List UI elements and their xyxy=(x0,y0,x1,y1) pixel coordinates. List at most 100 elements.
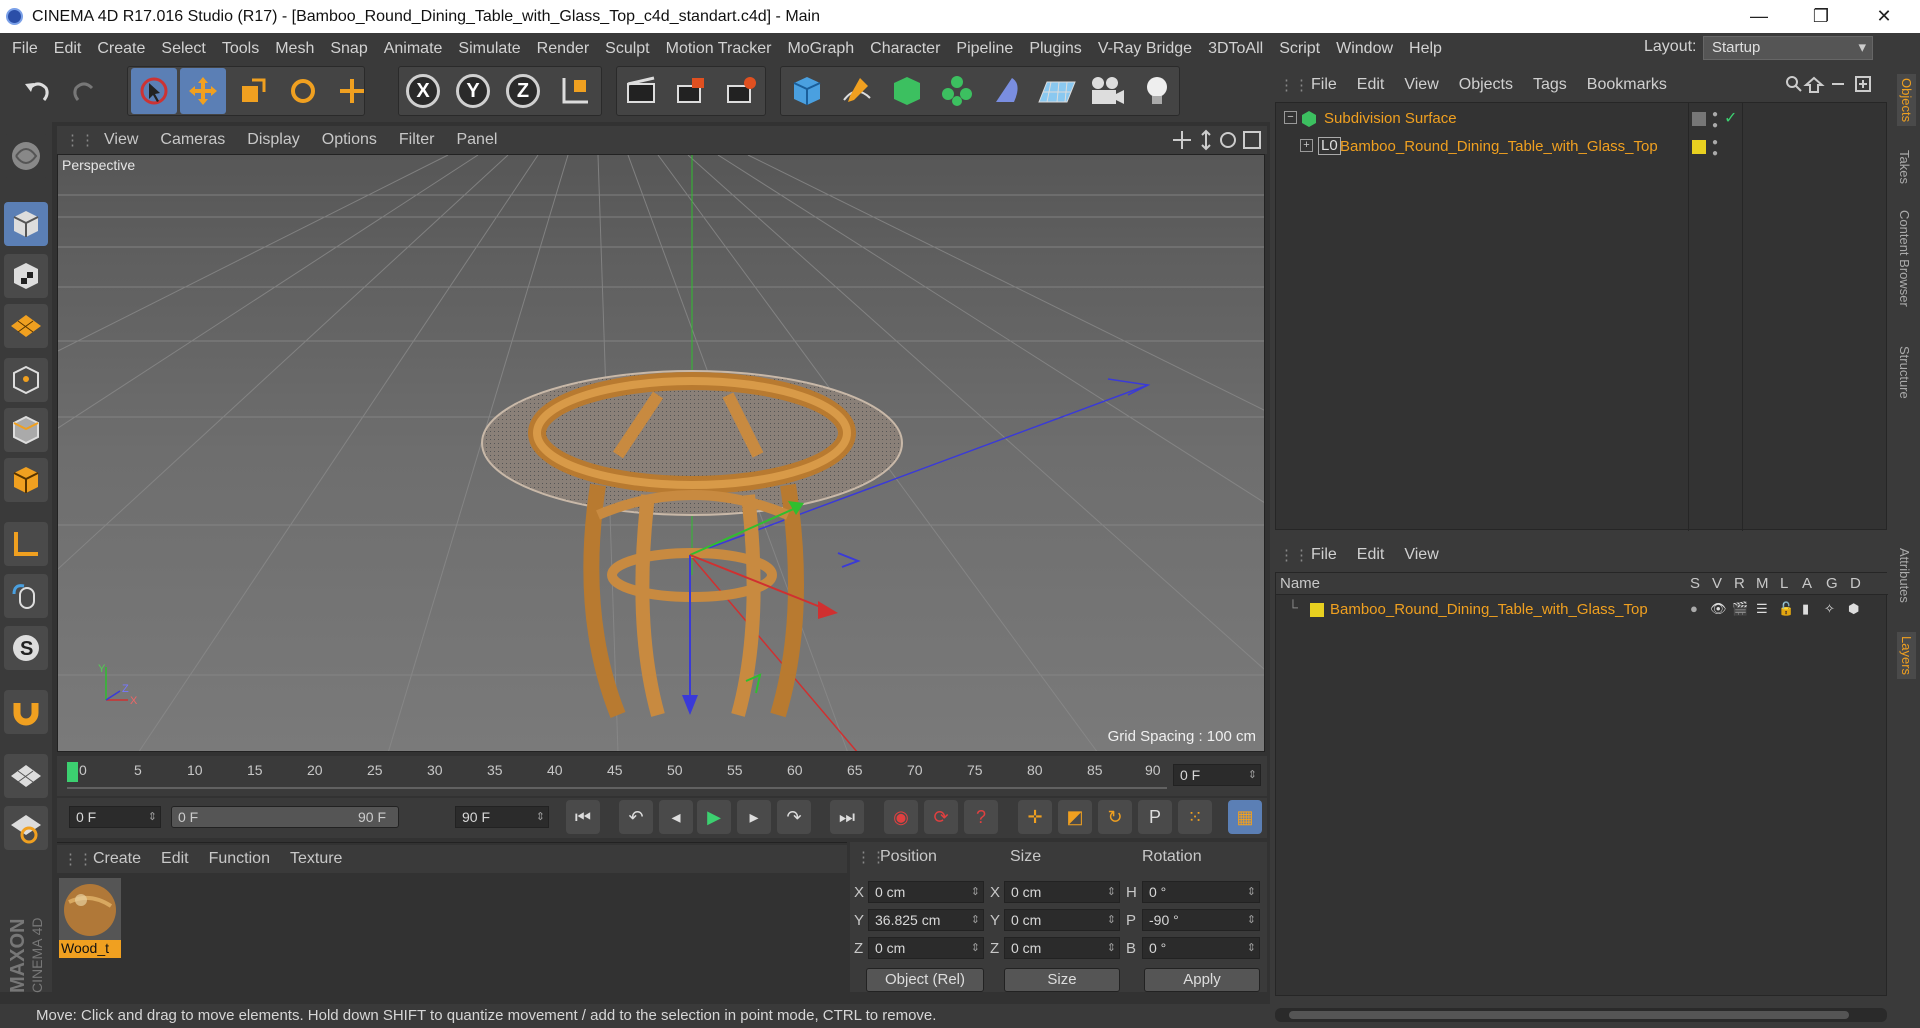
menu-file[interactable]: File xyxy=(4,40,46,58)
menu-tools[interactable]: Tools xyxy=(214,40,267,58)
rotate-tool-icon[interactable] xyxy=(280,68,326,114)
size-mode-dropdown[interactable]: Size xyxy=(1004,968,1120,992)
key-scale-icon[interactable]: ◩ xyxy=(1058,800,1092,834)
menu-render[interactable]: Render xyxy=(529,40,597,58)
render-column-header[interactable]: R xyxy=(1734,575,1745,592)
next-key-icon[interactable]: ↷ xyxy=(777,800,811,834)
size-x-field[interactable]: 0 cm xyxy=(1004,881,1120,903)
planar-workplane-icon[interactable] xyxy=(4,806,48,850)
workplane-mode-icon[interactable] xyxy=(4,304,48,348)
coordinate-system-icon[interactable] xyxy=(552,68,598,114)
camera-icon[interactable] xyxy=(1084,68,1130,114)
viewport-menu-options[interactable]: Options xyxy=(311,131,388,149)
material-menu-function[interactable]: Function xyxy=(199,850,280,868)
floor-icon[interactable] xyxy=(1034,68,1080,114)
menu-snap[interactable]: Snap xyxy=(322,40,375,58)
y-axis-lock-icon[interactable]: Y xyxy=(450,68,496,114)
material-swatch[interactable]: Wood_t xyxy=(59,878,121,960)
pen-spline-icon[interactable] xyxy=(834,68,880,114)
objects-menu-objects[interactable]: Objects xyxy=(1449,76,1523,94)
redo-icon[interactable] xyxy=(62,68,108,114)
next-frame-icon[interactable]: ▸ xyxy=(737,800,771,834)
expand-toggle-icon[interactable]: + xyxy=(1300,139,1313,152)
menu-edit[interactable]: Edit xyxy=(46,40,90,58)
solo-mode-icon[interactable]: S xyxy=(4,626,48,670)
frame-range-slider[interactable]: 0 F 90 F xyxy=(171,806,399,828)
material-menu-edit[interactable]: Edit xyxy=(151,850,199,868)
key-position-icon[interactable]: ✛ xyxy=(1018,800,1052,834)
start-frame-field[interactable]: 0 F xyxy=(69,806,161,828)
layers-menu-file[interactable]: File xyxy=(1301,546,1347,564)
make-editable-icon[interactable] xyxy=(4,134,48,178)
animation-column-header[interactable]: A xyxy=(1802,575,1812,592)
menu-vray-bridge[interactable]: V-Ray Bridge xyxy=(1090,40,1200,58)
side-tab-objects[interactable]: Objects xyxy=(1897,74,1916,127)
scrollbar-thumb[interactable] xyxy=(1289,1011,1849,1019)
key-point-level-icon[interactable]: ⁙ xyxy=(1178,800,1212,834)
deformers-column-header[interactable]: D xyxy=(1850,575,1861,592)
menu-mesh[interactable]: Mesh xyxy=(267,40,322,58)
light-icon[interactable] xyxy=(1134,68,1180,114)
menu-motion-tracker[interactable]: Motion Tracker xyxy=(658,40,780,58)
texture-mode-icon[interactable] xyxy=(4,254,48,298)
objects-menu-view[interactable]: View xyxy=(1394,76,1448,94)
rotation-h-field[interactable]: 0 ° xyxy=(1142,881,1260,903)
menu-select[interactable]: Select xyxy=(153,40,213,58)
layers-menu-view[interactable]: View xyxy=(1394,546,1448,564)
perspective-viewport[interactable]: Perspective Y Z X Grid Spacing : 100 cm xyxy=(57,154,1265,752)
material-menu-texture[interactable]: Texture xyxy=(280,850,352,868)
tree-item-subdivision-surface[interactable]: − Subdivision Surface ● ● ✓ xyxy=(1276,107,1888,131)
close-button[interactable]: ✕ xyxy=(1856,0,1912,33)
objects-menu-tags[interactable]: Tags xyxy=(1523,76,1577,94)
render-settings-icon[interactable] xyxy=(718,68,764,114)
z-axis-lock-icon[interactable]: Z xyxy=(500,68,546,114)
minimize-button[interactable]: — xyxy=(1731,0,1787,33)
scale-tool-icon[interactable] xyxy=(230,68,276,114)
generators-column-header[interactable]: G xyxy=(1826,575,1838,592)
layer-color-swatch[interactable] xyxy=(1310,603,1324,617)
tree-item-bamboo-table[interactable]: + L0 Bamboo_Round_Dining_Table_with_Glas… xyxy=(1276,135,1888,159)
objects-menu-file[interactable]: File xyxy=(1301,76,1347,94)
side-tab-attributes[interactable]: Attributes xyxy=(1897,548,1912,603)
menu-window[interactable]: Window xyxy=(1328,40,1401,58)
menu-pipeline[interactable]: Pipeline xyxy=(948,40,1021,58)
side-tab-content-browser[interactable]: Content Browser xyxy=(1897,210,1912,307)
cube-object-icon[interactable] xyxy=(784,68,830,114)
move-tool-icon[interactable] xyxy=(180,68,226,114)
go-to-end-icon[interactable]: ⏭ xyxy=(830,800,864,834)
visible-toggle-icon[interactable]: 👁 xyxy=(1710,601,1727,617)
objects-menu-edit[interactable]: Edit xyxy=(1347,76,1395,94)
menu-character[interactable]: Character xyxy=(862,40,948,58)
undo-icon[interactable] xyxy=(14,68,60,114)
go-to-start-icon[interactable]: ⏮ xyxy=(566,800,600,834)
viewport-menu-view[interactable]: View xyxy=(93,131,149,149)
layers-menu-edit[interactable]: Edit xyxy=(1347,546,1395,564)
edges-mode-icon[interactable] xyxy=(4,408,48,452)
object-manager-tool-icons[interactable] xyxy=(1784,74,1884,96)
coordinate-mode-dropdown[interactable]: Object (Rel) xyxy=(866,968,984,992)
points-mode-icon[interactable] xyxy=(4,358,48,402)
record-keys-icon[interactable]: ◉ xyxy=(884,800,918,834)
manager-toggle-icon[interactable]: ☰ xyxy=(1756,601,1768,617)
size-y-field[interactable]: 0 cm xyxy=(1004,909,1120,931)
axis-mode-icon[interactable] xyxy=(4,522,48,566)
menu-sculpt[interactable]: Sculpt xyxy=(597,40,657,58)
polygons-mode-icon[interactable] xyxy=(4,458,48,502)
menu-animate[interactable]: Animate xyxy=(376,40,451,58)
visible-column-header[interactable]: V xyxy=(1712,575,1722,592)
timeline-ruler[interactable]: 0 5 10 15 20 25 30 35 40 45 50 55 60 65 … xyxy=(57,756,1267,796)
collapse-toggle-icon[interactable]: − xyxy=(1284,111,1297,124)
layer-horizontal-scrollbar[interactable] xyxy=(1275,1008,1887,1022)
position-z-field[interactable]: 0 cm xyxy=(868,937,984,959)
solo-column-header[interactable]: S xyxy=(1690,575,1700,592)
key-parameter-icon[interactable]: P xyxy=(1138,800,1172,834)
maximize-button[interactable]: ❐ xyxy=(1793,0,1849,33)
menu-3dtoall[interactable]: 3DToAll xyxy=(1200,40,1271,58)
keyframe-selection-icon[interactable]: ? xyxy=(964,800,998,834)
menu-mograph[interactable]: MoGraph xyxy=(779,40,862,58)
viewport-menu-panel[interactable]: Panel xyxy=(445,131,508,149)
size-z-field[interactable]: 0 cm xyxy=(1004,937,1120,959)
subdivision-surface-icon[interactable] xyxy=(884,68,930,114)
material-menu-create[interactable]: Create xyxy=(83,850,151,868)
previous-key-icon[interactable]: ↶ xyxy=(619,800,653,834)
